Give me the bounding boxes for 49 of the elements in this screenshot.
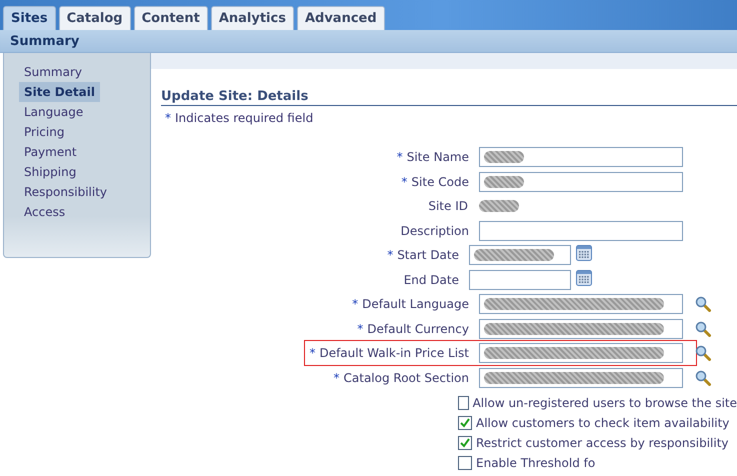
page-title: Update Site: Details — [161, 89, 737, 106]
tab[interactable]: Analytics — [210, 6, 294, 30]
sidebar-item[interactable]: Responsibility — [24, 182, 108, 202]
input-field[interactable] — [479, 343, 683, 364]
tab[interactable]: Content — [134, 6, 208, 30]
field-label: End Date — [404, 272, 459, 287]
sidebar-item[interactable]: Payment — [24, 142, 77, 162]
field-label: * Catalog Root Section — [334, 370, 469, 385]
input-field[interactable] — [479, 220, 683, 241]
sidebar-item[interactable]: Access — [24, 202, 66, 222]
required-note: * Indicates required field — [165, 111, 314, 125]
field-label: * Default Walk-in Price List — [309, 346, 469, 360]
checkbox-label: Allow un-registered users to browse the site — [472, 396, 737, 410]
sidebar-item[interactable]: Site Detail — [19, 82, 100, 102]
calendar-icon[interactable] — [576, 270, 592, 286]
search-icon[interactable] — [695, 370, 711, 386]
field-label: * Start Date — [387, 248, 459, 262]
sidebar-item[interactable]: Shipping — [24, 162, 76, 182]
input-field[interactable] — [479, 294, 683, 314]
field-label: Site ID — [428, 199, 468, 214]
field-label: * Default Currency — [357, 322, 469, 336]
field-label: * Site Code — [401, 174, 469, 189]
sidebar-item[interactable]: Pricing — [24, 122, 64, 142]
search-icon[interactable] — [695, 345, 711, 362]
checkbox-label: Allow customers to check item availability — [476, 416, 730, 430]
checkbox-label: Restrict customer access by responsibility — [476, 436, 729, 450]
sidebar-item[interactable]: Summary — [24, 62, 82, 82]
search-icon[interactable] — [695, 296, 711, 312]
field-label: * Site Name — [396, 150, 469, 164]
field-label: Description — [400, 224, 469, 238]
date-field[interactable] — [469, 245, 571, 266]
checkbox[interactable] — [458, 396, 469, 410]
input-field[interactable] — [479, 147, 683, 168]
calendar-icon[interactable] — [576, 245, 592, 262]
sidebar-item[interactable]: Language — [24, 102, 84, 122]
checkbox[interactable] — [458, 456, 472, 470]
checkbox[interactable] — [458, 416, 472, 430]
field-label: * Default Language — [352, 297, 469, 312]
tab[interactable]: Advanced — [296, 6, 385, 30]
input-field[interactable] — [479, 172, 683, 192]
subtab-bar[interactable]: Summary — [0, 30, 737, 53]
tab[interactable]: Catalog — [58, 6, 131, 30]
tab[interactable]: Sites — [3, 6, 56, 30]
checkbox[interactable] — [458, 436, 472, 450]
input-field[interactable] — [479, 368, 683, 388]
date-field[interactable] — [469, 270, 571, 290]
input-field[interactable] — [479, 318, 683, 339]
checkbox-label: Enable Threshold fo — [476, 456, 596, 470]
search-icon[interactable] — [695, 320, 711, 337]
